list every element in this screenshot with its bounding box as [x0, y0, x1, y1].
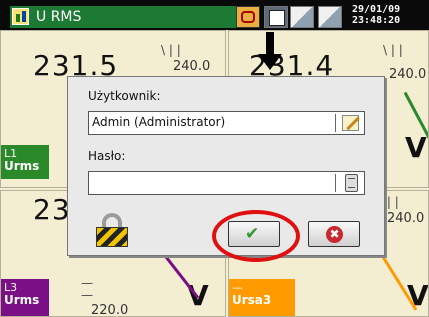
scale-ticks: \ | |: [161, 43, 181, 57]
down-arrow-icon: [258, 32, 282, 72]
keyboard-icon[interactable]: [345, 174, 358, 192]
user-value: Admin (Administrator): [92, 115, 226, 129]
meter-scale-label: 220.0: [91, 303, 129, 317]
channel-tag: L3 Urms: [1, 279, 49, 316]
cycle-view-button[interactable]: [236, 6, 260, 28]
field-divider: [335, 174, 336, 192]
meter-scale-label: 240.0: [387, 211, 425, 226]
toolbar-button-4[interactable]: [318, 6, 342, 28]
cancel-button[interactable]: ✖: [308, 221, 360, 247]
channel-tag-bottom: Urms: [4, 293, 40, 307]
date-text: 29/01/09: [352, 4, 401, 15]
password-label: Hasło:: [88, 149, 126, 163]
window-title: U RMS: [36, 9, 82, 25]
channel-tag: — Ursa3: [229, 279, 295, 316]
lock-icon: [96, 213, 128, 249]
highlight-circle: [212, 210, 300, 262]
meter-scale-label: 240.0: [173, 59, 211, 74]
user-label: Użytkownik:: [88, 89, 161, 103]
channel-tag-bottom: Ursa3: [232, 293, 272, 307]
scale-ticks: — —: [81, 276, 93, 302]
edit-icon[interactable]: [342, 115, 359, 131]
field-divider: [335, 114, 336, 132]
channel-tag-bottom: Urms: [4, 159, 40, 173]
meter-needle: [159, 249, 200, 299]
close-icon: ✖: [326, 226, 343, 243]
toolbar-button-3[interactable]: [290, 6, 314, 28]
scale-ticks: \ | |: [383, 43, 403, 57]
unit-label: V: [405, 131, 427, 164]
cycle-icon: [241, 11, 255, 23]
meter-value: 23: [33, 193, 71, 226]
save-button[interactable]: [264, 6, 288, 28]
meter-scale-label: 240.0: [389, 67, 427, 82]
datetime-display: 29/01/09 23:48:20: [352, 4, 429, 26]
chart-app-icon[interactable]: [12, 8, 29, 25]
unit-label: V: [407, 279, 429, 312]
password-field[interactable]: [88, 171, 365, 195]
user-field[interactable]: Admin (Administrator): [88, 111, 365, 135]
channel-tag: L1 Urms: [1, 145, 49, 179]
floppy-icon: [269, 10, 285, 26]
time-text: 23:48:20: [352, 15, 401, 26]
